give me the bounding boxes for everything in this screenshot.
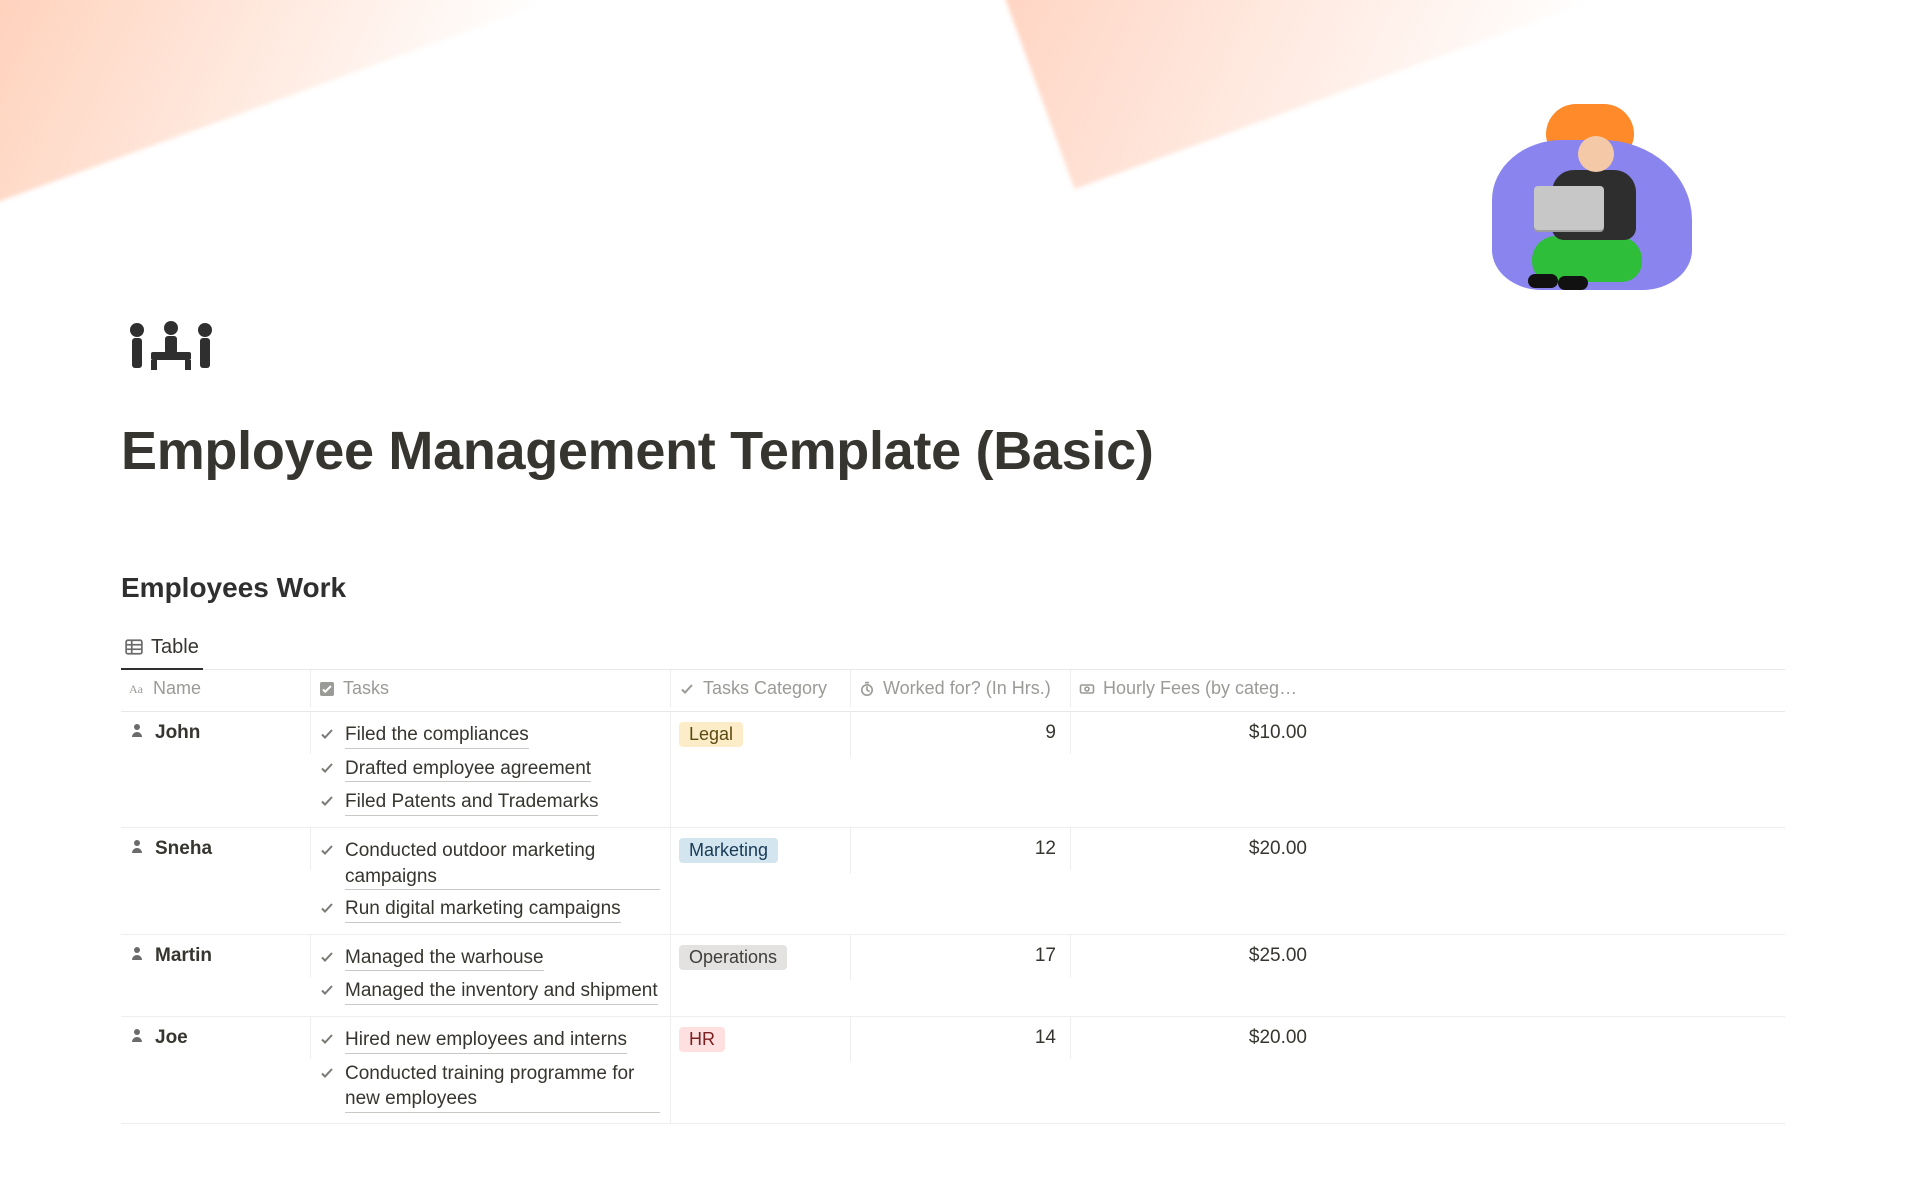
check-icon: [319, 838, 335, 866]
page-canvas: Employee Management Template (Basic) Emp…: [0, 0, 1920, 1199]
person-icon: [129, 838, 145, 860]
svg-text:Aa: Aa: [129, 682, 144, 696]
task-item[interactable]: Managed the warhouse: [319, 945, 660, 973]
cell-hours[interactable]: 12: [851, 828, 1071, 870]
check-icon: [319, 1061, 335, 1089]
cell-tasks[interactable]: Hired new employees and interns Conducted…: [311, 1017, 671, 1123]
cell-tasks[interactable]: Filed the compliances Drafted employee ag…: [311, 712, 671, 827]
task-item[interactable]: Managed the inventory and shipment: [319, 978, 660, 1006]
column-header-fee[interactable]: Hourly Fees (by categ…: [1071, 670, 1321, 707]
column-header-hours[interactable]: Worked for? (In Hrs.): [851, 670, 1071, 707]
text-aa-icon: Aa: [129, 681, 145, 697]
database-table: Aa Name Tasks Tasks Category W: [121, 670, 1785, 1124]
table-row[interactable]: Joe Hired new employees and interns Conduc…: [121, 1017, 1785, 1124]
checkbox-icon: [319, 681, 335, 697]
column-header-label: Worked for? (In Hrs.): [883, 678, 1051, 699]
task-item[interactable]: Conducted training programme for new emp…: [319, 1061, 660, 1113]
cell-hours[interactable]: 9: [851, 712, 1071, 754]
column-header-label: Name: [153, 678, 201, 699]
cell-category[interactable]: Legal: [671, 712, 851, 757]
task-item[interactable]: Conducted outdoor marketing campaigns: [319, 838, 660, 890]
column-header-label: Tasks: [343, 678, 389, 699]
currency-icon: [1079, 681, 1095, 697]
task-item[interactable]: Filed Patents and Trademarks: [319, 789, 660, 817]
column-header-category[interactable]: Tasks Category: [671, 670, 851, 707]
column-header-label: Hourly Fees (by categ…: [1103, 678, 1297, 699]
employee-name: John: [155, 722, 200, 744]
table-header: Aa Name Tasks Tasks Category W: [121, 670, 1785, 712]
cell-fee[interactable]: $25.00: [1071, 935, 1321, 977]
check-icon: [319, 945, 335, 973]
cell-name[interactable]: Sneha: [121, 828, 311, 870]
category-tag: Legal: [679, 722, 743, 747]
page-icon[interactable]: [121, 320, 221, 372]
cell-tasks[interactable]: Managed the warhouse Managed the inventor…: [311, 935, 671, 1016]
column-header-label: Tasks Category: [703, 678, 827, 699]
task-text: Conducted training programme for new emp…: [345, 1061, 660, 1113]
person-icon: [129, 722, 145, 744]
table-row[interactable]: Martin Managed the warhouse Managed the in…: [121, 935, 1785, 1017]
cell-tasks[interactable]: Conducted outdoor marketing campaigns Run…: [311, 828, 671, 934]
view-tabs: Table: [121, 626, 1785, 670]
cell-hours[interactable]: 14: [851, 1017, 1071, 1059]
column-header-tasks[interactable]: Tasks: [311, 670, 671, 707]
cell-category[interactable]: Marketing: [671, 828, 851, 873]
task-item[interactable]: Hired new employees and interns: [319, 1027, 660, 1055]
cell-category[interactable]: Operations: [671, 935, 851, 980]
page-cover: [0, 0, 1920, 260]
check-icon: [319, 1027, 335, 1055]
view-tab-table[interactable]: Table: [121, 626, 203, 670]
check-icon: [319, 722, 335, 750]
category-tag: Operations: [679, 945, 787, 970]
task-item[interactable]: Drafted employee agreement: [319, 756, 660, 784]
task-item[interactable]: Run digital marketing campaigns: [319, 896, 660, 924]
check-icon: [319, 756, 335, 784]
cover-illustration: [1410, 70, 1710, 290]
task-text: Filed the compliances: [345, 722, 529, 749]
employee-name: Sneha: [155, 838, 212, 860]
check-icon: [319, 978, 335, 1006]
person-icon: [129, 945, 145, 967]
view-tab-label: Table: [151, 636, 199, 659]
task-text: Managed the inventory and shipment: [345, 978, 658, 1005]
category-tag: Marketing: [679, 838, 778, 863]
cell-name[interactable]: Martin: [121, 935, 311, 977]
task-text: Run digital marketing campaigns: [345, 896, 621, 923]
table-row[interactable]: Sneha Conducted outdoor marketing campaig…: [121, 828, 1785, 935]
employee-name: Joe: [155, 1027, 188, 1049]
task-text: Conducted outdoor marketing campaigns: [345, 838, 660, 890]
cell-category[interactable]: HR: [671, 1017, 851, 1062]
stopwatch-icon: [859, 681, 875, 697]
table-icon: [125, 638, 143, 656]
check-icon: [319, 789, 335, 817]
check-icon: [679, 681, 695, 697]
cell-fee[interactable]: $10.00: [1071, 712, 1321, 754]
task-text: Drafted employee agreement: [345, 756, 591, 783]
cell-fee[interactable]: $20.00: [1071, 1017, 1321, 1059]
table-row[interactable]: John Filed the compliances Drafted employe…: [121, 712, 1785, 828]
page-title[interactable]: Employee Management Template (Basic): [121, 420, 1154, 482]
cell-name[interactable]: Joe: [121, 1017, 311, 1059]
cell-fee[interactable]: $20.00: [1071, 828, 1321, 870]
task-text: Filed Patents and Trademarks: [345, 789, 598, 816]
column-header-name[interactable]: Aa Name: [121, 670, 311, 707]
task-text: Managed the warhouse: [345, 945, 544, 972]
check-icon: [319, 896, 335, 924]
cell-hours[interactable]: 17: [851, 935, 1071, 977]
category-tag: HR: [679, 1027, 725, 1052]
cell-name[interactable]: John: [121, 712, 311, 754]
task-text: Hired new employees and interns: [345, 1027, 627, 1054]
employee-name: Martin: [155, 945, 212, 967]
task-item[interactable]: Filed the compliances: [319, 722, 660, 750]
person-icon: [129, 1027, 145, 1049]
database-title[interactable]: Employees Work: [121, 572, 346, 604]
table-body: John Filed the compliances Drafted employe…: [121, 712, 1785, 1124]
